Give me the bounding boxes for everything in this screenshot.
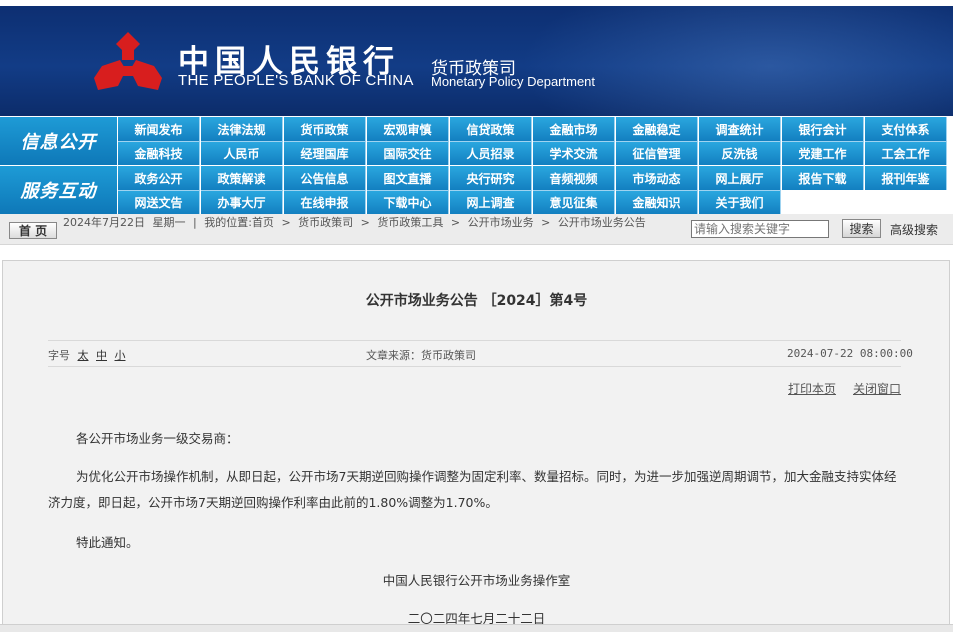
nav-item-row3-9[interactable]: 报刊年鉴 (865, 166, 947, 190)
breadcrumb-divider: | (193, 216, 197, 229)
article-source: 文章来源：货币政策司 (366, 349, 476, 362)
breadcrumb-item-open-market[interactable]: 公开市场业务 (468, 216, 534, 229)
nav-item-row4-4[interactable]: 网上调查 (450, 190, 532, 214)
nav-item-row2-5[interactable]: 学术交流 (533, 141, 615, 165)
breadcrumb-item-policy-tools[interactable]: 货币政策工具 (377, 216, 443, 229)
department-name-en: Monetary Policy Department (431, 74, 596, 89)
article-signature: 中国人民银行公开市场业务操作室 (382, 573, 571, 588)
close-window-link[interactable]: 关闭窗口 (853, 380, 901, 397)
nav-item-row3-4[interactable]: 央行研究 (450, 166, 532, 190)
header-banner: 中国人民银行 THE PEOPLE'S BANK OF CHINA 货币政策司 … (0, 6, 953, 116)
main-nav: 信息公开 服务互动 新闻发布 法律法规 货币政策 宏观审慎 信贷政策 金融市场 金融稳定 调查… (0, 117, 953, 214)
nav-section-info: 信息公开 (0, 117, 117, 165)
nav-item-row1-3[interactable]: 宏观审慎 (367, 117, 449, 141)
nav-item-row2-4[interactable]: 人员招录 (450, 141, 532, 165)
font-size-label: 字号 (48, 349, 70, 362)
breadcrumb: 2024年7月22日 星期一 | 我的位置:首页 > 货币政策司 > 货币政策工… (63, 216, 689, 229)
font-size-large[interactable]: 太 (78, 349, 89, 362)
article-datetime: 2024-07-22 08:00:00 (787, 347, 913, 360)
nav-item-row2-9[interactable]: 工会工作 (865, 141, 947, 165)
breadcrumb-separator: > (450, 216, 461, 229)
search-input[interactable] (691, 220, 829, 238)
pboc-logo-icon (94, 32, 162, 90)
nav-item-row3-5[interactable]: 音频视频 (533, 166, 615, 190)
advanced-search-link[interactable]: 高级搜索 (890, 221, 938, 238)
breadcrumb-item-monetary-policy[interactable]: 货币政策司 (298, 216, 353, 229)
nav-item-row1-2[interactable]: 货币政策 (284, 117, 366, 141)
breadcrumb-item-announcements[interactable]: 公开市场业务公告 (558, 216, 646, 229)
nav-item-row3-2[interactable]: 公告信息 (284, 166, 366, 190)
article-notice: 特此通知。 (76, 535, 139, 550)
breadcrumb-item-home[interactable]: 首页 (252, 216, 274, 229)
nav-item-row2-8[interactable]: 党建工作 (782, 141, 864, 165)
nav-section-service: 服务互动 (0, 166, 117, 214)
nav-item-row1-5[interactable]: 金融市场 (533, 117, 615, 141)
breadcrumb-separator: > (360, 216, 370, 229)
breadcrumb-separator: > (541, 216, 551, 229)
nav-item-row4-7[interactable]: 关于我们 (699, 190, 781, 214)
current-weekday: 星期一 (152, 216, 186, 229)
banner-glow (520, 6, 953, 116)
nav-item-row1-8[interactable]: 银行会计 (782, 117, 864, 141)
nav-item-row2-7[interactable]: 反洗钱 (699, 141, 781, 165)
article-title: 公开市场业务公告 ［2024］第4号 (365, 293, 588, 309)
article-salutation: 各公开市场业务一级交易商： (76, 431, 239, 446)
nav-item-row2-2[interactable]: 经理国库 (284, 141, 366, 165)
breadcrumb-prefix: 我的位置: (204, 216, 252, 229)
current-date: 2024年7月22日 (63, 216, 145, 229)
nav-item-row3-8[interactable]: 报告下载 (782, 166, 864, 190)
meta-divider (48, 366, 901, 367)
nav-item-row4-1[interactable]: 办事大厅 (201, 190, 283, 214)
nav-item-row3-7[interactable]: 网上展厅 (699, 166, 781, 190)
nav-item-row1-0[interactable]: 新闻发布 (118, 117, 200, 141)
nav-item-row2-0[interactable]: 金融科技 (118, 141, 200, 165)
nav-item-row1-6[interactable]: 金融稳定 (616, 117, 698, 141)
nav-item-row2-1[interactable]: 人民币 (201, 141, 283, 165)
nav-item-row4-2[interactable]: 在线申报 (284, 190, 366, 214)
nav-item-row3-1[interactable]: 政策解读 (201, 166, 283, 190)
search-button[interactable]: 搜索 (842, 219, 881, 238)
nav-item-row4-5[interactable]: 意见征集 (533, 190, 615, 214)
print-page-link[interactable]: 打印本页 (788, 380, 836, 397)
article-body: 为优化公开市场操作机制，从即日起，公开市场7天期逆回购操作调整为固定利率、数量招… (48, 469, 897, 510)
home-button[interactable]: 首 页 (9, 222, 57, 239)
bank-name-en: THE PEOPLE'S BANK OF CHINA (178, 72, 414, 89)
nav-item-row1-7[interactable]: 调查统计 (699, 117, 781, 141)
nav-item-row2-3[interactable]: 国际交往 (367, 141, 449, 165)
nav-item-row3-6[interactable]: 市场动态 (616, 166, 698, 190)
nav-item-row1-9[interactable]: 支付体系 (865, 117, 947, 141)
nav-item-row3-3[interactable]: 图文直播 (367, 166, 449, 190)
nav-item-row4-0[interactable]: 网送文告 (118, 190, 200, 214)
nav-item-row4-3[interactable]: 下载中心 (367, 190, 449, 214)
title-divider (48, 340, 901, 341)
breadcrumb-separator: > (281, 216, 291, 229)
font-size-small[interactable]: 小 (115, 349, 126, 362)
font-size-medium[interactable]: 中 (96, 349, 107, 362)
nav-item-row3-0[interactable]: 政务公开 (118, 166, 200, 190)
nav-item-row4-6[interactable]: 金融知识 (616, 190, 698, 214)
nav-item-row1-1[interactable]: 法律法规 (201, 117, 283, 141)
font-size-control: 字号 太 中 小 (48, 347, 130, 363)
nav-item-row1-4[interactable]: 信贷政策 (450, 117, 532, 141)
nav-item-row2-6[interactable]: 征信管理 (616, 141, 698, 165)
